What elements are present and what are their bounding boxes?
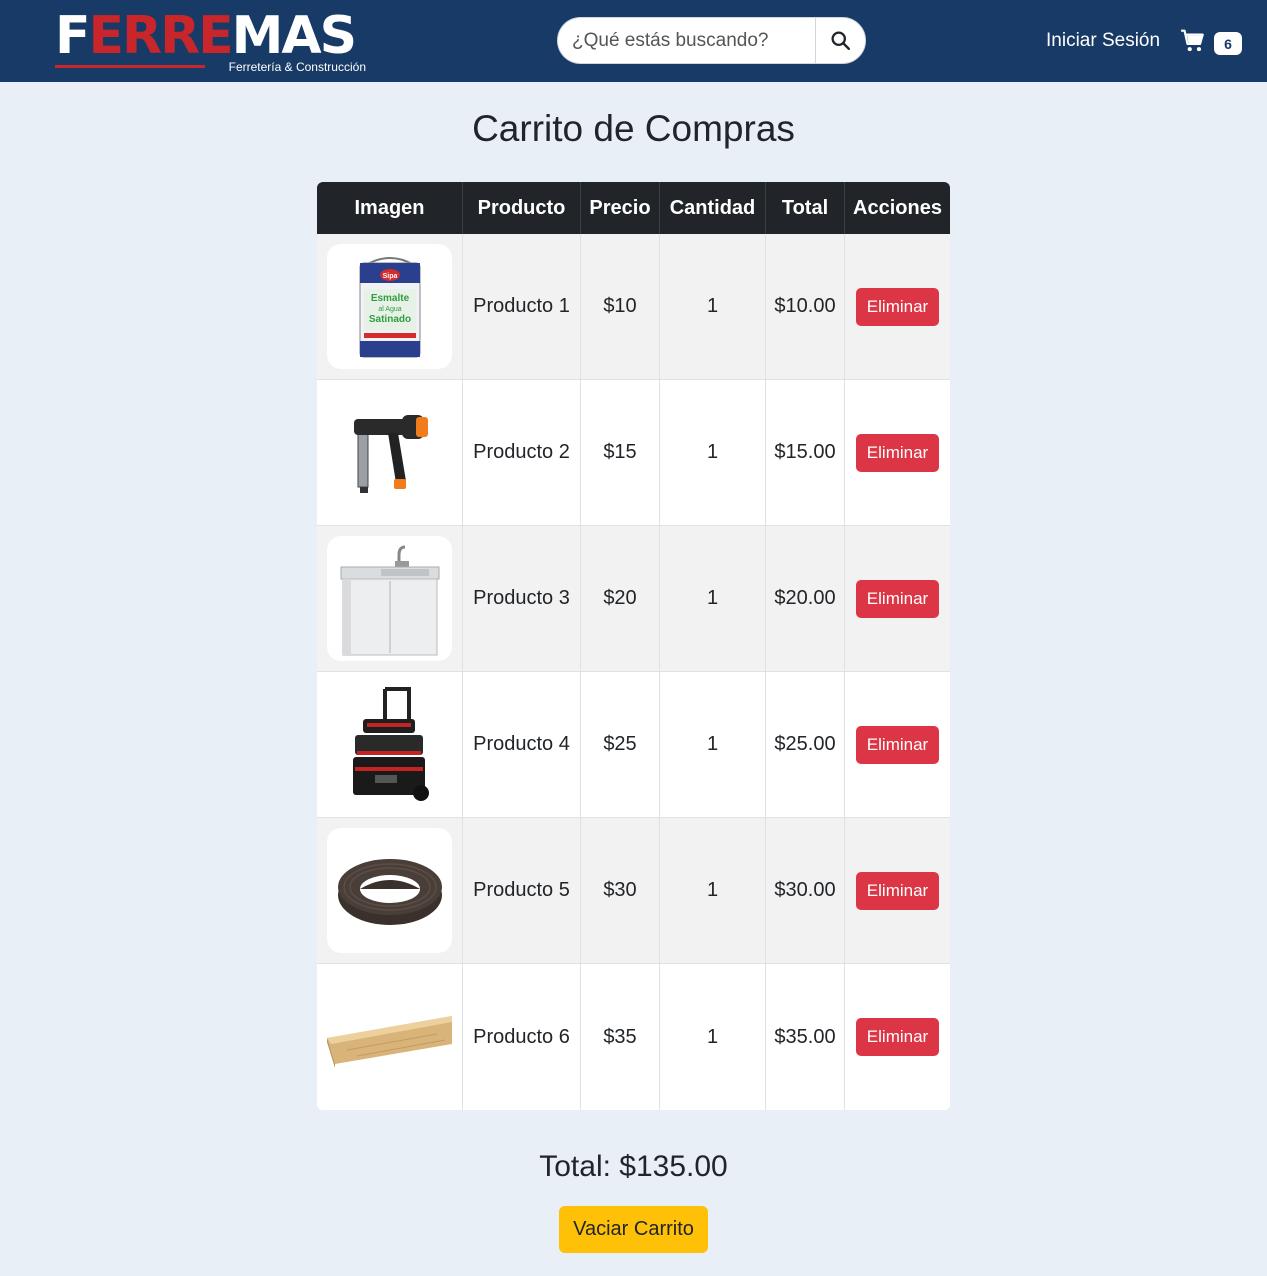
actions-cell: Eliminar [845,818,950,964]
product-price: $35 [581,964,660,1110]
column-header-price: Precio [581,182,660,234]
product-quantity: 1 [660,234,766,380]
product-price: $20 [581,526,660,672]
edge-band-roll-image [327,828,452,953]
svg-text:Satinado: Satinado [368,314,410,325]
product-name: Producto 1 [463,234,581,380]
actions-cell: Eliminar [845,964,950,1110]
product-name: Producto 4 [463,672,581,818]
column-header-product: Producto [463,182,581,234]
delete-button[interactable]: Eliminar [856,287,939,326]
table-header-row: Imagen Producto Precio Cantidad Total Ac… [317,182,950,234]
svg-text:Sipa: Sipa [382,273,397,280]
cart-grand-total: Total: $135.00 [539,1150,728,1183]
svg-text:al Agua: al Agua [378,306,401,313]
product-price: $10 [581,234,660,380]
search-icon [831,31,851,51]
product-total: $25.00 [766,672,845,818]
product-quantity: 1 [660,672,766,818]
column-header-actions: Acciones [845,182,950,234]
paint-can-image: Sipa Esmalte al Agua Satinado [327,244,452,369]
product-price: $30 [581,818,660,964]
product-quantity: 1 [660,964,766,1110]
product-name: Producto 3 [463,526,581,672]
product-quantity: 1 [660,380,766,526]
table-row: Sipa Esmalte al Agua Satinado Producto 1… [317,234,950,380]
nail-gun-image [327,390,452,515]
actions-cell: Eliminar [845,672,950,818]
wood-board-image [327,974,452,1100]
table-row: Producto 6 $35 1 $35.00 Eliminar [317,964,950,1110]
product-price: $25 [581,672,660,818]
product-name: Producto 2 [463,380,581,526]
table-row: Producto 2 $15 1 $15.00 Eliminar [317,380,950,526]
product-image-cell [317,818,463,964]
delete-button[interactable]: Eliminar [856,871,939,910]
product-price: $15 [581,380,660,526]
delete-button[interactable]: Eliminar [856,1018,939,1056]
product-total: $35.00 [766,964,845,1110]
cart-button[interactable]: 6 [1180,28,1244,58]
logo-wordmark: FERREMAS [55,6,357,66]
delete-button[interactable]: Eliminar [856,725,939,764]
top-navbar: FERREMAS Ferretería & Construcción Inici… [0,0,1267,82]
product-total: $10.00 [766,234,845,380]
product-name: Producto 6 [463,964,581,1110]
column-header-quantity: Cantidad [660,182,766,234]
product-total: $15.00 [766,380,845,526]
toolbox-cart-image [327,682,452,807]
delete-button[interactable]: Eliminar [856,433,939,472]
product-image-cell [317,380,463,526]
logo-tagline: Ferretería & Construcción [228,60,366,74]
product-total: $30.00 [766,818,845,964]
cart-count-badge: 6 [1214,32,1242,55]
product-image-cell [317,526,463,672]
table-row: Producto 3 $20 1 $20.00 Eliminar [317,526,950,672]
cart-icon [1181,29,1204,52]
page-title: Carrito de Compras [472,108,795,149]
cart-table: Imagen Producto Precio Cantidad Total Ac… [317,182,950,1110]
search-button[interactable] [815,17,866,64]
delete-button[interactable]: Eliminar [856,579,939,618]
product-total: $20.00 [766,526,845,672]
search-input[interactable] [557,17,816,64]
actions-cell: Eliminar [845,234,950,380]
table-row: Producto 5 $30 1 $30.00 Eliminar [317,818,950,964]
product-quantity: 1 [660,526,766,672]
brand-logo[interactable]: FERREMAS Ferretería & Construcción [55,6,370,74]
product-name: Producto 5 [463,818,581,964]
sink-cabinet-image [327,536,452,661]
logo-underline [55,65,205,68]
product-image-cell [317,964,463,1110]
table-row: Producto 4 $25 1 $25.00 Eliminar [317,672,950,818]
search-form [557,17,866,64]
product-quantity: 1 [660,818,766,964]
empty-cart-button[interactable]: Vaciar Carrito [559,1206,708,1253]
product-image-cell: Sipa Esmalte al Agua Satinado [317,234,463,380]
product-image-cell [317,672,463,818]
column-header-image: Imagen [317,182,463,234]
svg-text:Esmalte: Esmalte [370,293,409,304]
login-link[interactable]: Iniciar Sesión [1046,30,1160,52]
actions-cell: Eliminar [845,526,950,672]
column-header-total: Total [766,182,845,234]
actions-cell: Eliminar [845,380,950,526]
